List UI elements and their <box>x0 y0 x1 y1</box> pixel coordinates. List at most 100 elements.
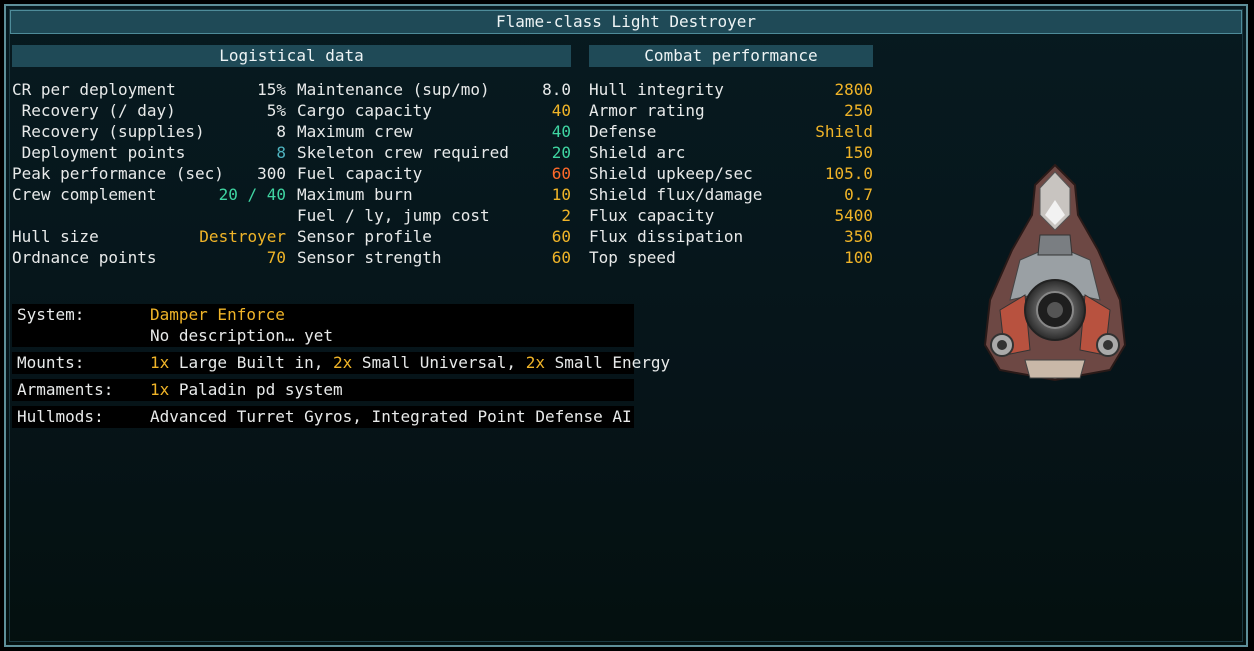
mounts-value: 1x Large Built in, 2x Small Universal, 2… <box>150 352 670 373</box>
logistical-right-row: Cargo capacity 40 <box>297 100 571 121</box>
logistical-left-row: Recovery (supplies) 8 <box>12 121 286 142</box>
logistical-right-label: Skeleton crew required <box>297 143 509 162</box>
mount-type-universal: Small Universal, <box>352 353 526 372</box>
logistical-left-label: Recovery (/ day) <box>12 101 176 120</box>
system-description: No description… yet <box>150 326 334 345</box>
combat-row: Shield flux/damage 0.7 <box>589 184 873 205</box>
logistical-right-row: Sensor profile 60 <box>297 226 571 247</box>
logistical-left-label: Recovery (supplies) <box>12 122 205 141</box>
mounts-row: Mounts: 1x Large Built in, 2x Small Univ… <box>12 352 670 374</box>
logistical-right-value: 60 <box>551 164 571 183</box>
combat-row: Top speed 100 <box>589 247 873 268</box>
logistical-left-value: 300 <box>257 164 286 183</box>
logistical-right-label: Fuel capacity <box>297 164 423 183</box>
ship-title: Flame-class Light Destroyer <box>10 10 1242 34</box>
combat-label: Flux capacity <box>589 206 715 225</box>
mounts-label: Mounts: <box>17 353 85 372</box>
logistical-right-row: Sensor strength 60 <box>297 247 571 268</box>
mount-count-large: 1x <box>150 353 170 372</box>
logistical-right-label: Cargo capacity <box>297 101 432 120</box>
combat-row: Armor rating 250 <box>589 100 873 121</box>
logistical-right-value: 40 <box>551 122 571 141</box>
combat-value: 2800 <box>834 80 873 99</box>
logistical-left-row: Ordnance points 70 <box>12 247 286 268</box>
logistical-left-row: Recovery (/ day) 5% <box>12 100 286 121</box>
combat-label: Shield flux/damage <box>589 185 763 204</box>
armament-count: 1x <box>150 380 170 399</box>
logistical-right-label: Maintenance (sup/mo) <box>297 80 490 99</box>
logistical-right-label: Fuel / ly, jump cost <box>297 206 490 225</box>
hullmods-row: Hullmods: Advanced Turret Gyros, Integra… <box>12 406 634 428</box>
logistical-left-value: 5% <box>266 101 286 120</box>
combat-row: Shield upkeep/sec 105.0 <box>589 163 873 184</box>
logistical-left-row: CR per deployment 15% <box>12 79 286 100</box>
combat-value: 105.0 <box>824 164 873 183</box>
mount-count-energy: 2x <box>525 353 545 372</box>
logistical-left-label: CR per deployment <box>12 80 176 99</box>
logistical-left-value: Destroyer <box>199 227 286 246</box>
combat-row: Defense Shield <box>589 121 873 142</box>
hullmods-value: Advanced Turret Gyros, Integrated Point … <box>150 407 632 426</box>
logistical-right-row: Fuel / ly, jump cost 2 <box>297 205 571 226</box>
mount-type-energy: Small Energy <box>544 353 671 372</box>
logistical-right-label: Sensor strength <box>297 248 442 267</box>
combat-label: Armor rating <box>589 101 705 120</box>
logistical-right-value: 20 <box>551 143 571 162</box>
logistical-left-label: Crew complement <box>12 185 157 204</box>
logistical-left-value: 8 <box>276 122 286 141</box>
logistical-right-label: Maximum crew <box>297 122 413 141</box>
combat-value: 250 <box>844 101 873 120</box>
combat-value: 100 <box>844 248 873 267</box>
combat-label: Shield arc <box>589 143 686 162</box>
logistical-right-label: Maximum burn <box>297 185 413 204</box>
combat-row: Shield arc 150 <box>589 142 873 163</box>
system-label: System: <box>17 305 85 324</box>
logistical-left-row: Deployment points 8 <box>12 142 286 163</box>
combat-value: 150 <box>844 143 873 162</box>
logistical-right-value: 8.0 <box>542 80 571 99</box>
system-row: System: Damper Enforce No description… y… <box>12 304 634 347</box>
logistical-left-row: Peak performance (sec) 300 <box>12 163 286 184</box>
logistical-left-label: Hull size <box>12 227 99 246</box>
combat-row: Hull integrity 2800 <box>589 79 873 100</box>
armaments-value: 1x Paladin pd system <box>150 379 343 400</box>
logistical-right-value: 10 <box>551 185 571 204</box>
combat-label: Defense <box>589 122 657 141</box>
combat-row: Flux capacity 5400 <box>589 205 873 226</box>
logistical-right-label: Sensor profile <box>297 227 432 246</box>
logistical-right-row: Maintenance (sup/mo) 8.0 <box>297 79 571 100</box>
logistical-right-value: 2 <box>561 206 571 225</box>
logistical-right-row: Maximum burn 10 <box>297 184 571 205</box>
logistical-left-label: Deployment points <box>12 143 186 162</box>
hullmods-label: Hullmods: <box>17 407 104 426</box>
logistical-right-row: Maximum crew 40 <box>297 121 571 142</box>
combat-label: Flux dissipation <box>589 227 744 246</box>
combat-value: 5400 <box>834 206 873 225</box>
armament-name: Paladin pd system <box>169 380 343 399</box>
logistical-right-row: Fuel capacity 60 <box>297 163 571 184</box>
logistical-left-row <box>12 205 286 226</box>
combat-label: Shield upkeep/sec <box>589 164 753 183</box>
combat-row: Flux dissipation 350 <box>589 226 873 247</box>
logistical-left-value: 70 <box>266 248 286 267</box>
logistical-left-value: 15% <box>257 80 286 99</box>
logistical-left-value: 8 <box>276 143 286 162</box>
armaments-label: Armaments: <box>17 380 114 399</box>
mount-type-large: Large Built in, <box>169 353 334 372</box>
logistical-left-label: Ordnance points <box>12 248 157 267</box>
logistical-right-row: Skeleton crew required 20 <box>297 142 571 163</box>
logistical-left-row: Hull size Destroyer <box>12 226 286 247</box>
combat-label: Top speed <box>589 248 676 267</box>
logistical-right-value: 60 <box>551 227 571 246</box>
armaments-row: Armaments: 1x Paladin pd system <box>12 379 634 401</box>
mount-count-universal: 2x <box>333 353 353 372</box>
logistical-right-value: 60 <box>551 248 571 267</box>
combat-value: 0.7 <box>844 185 873 204</box>
logistical-left-value: 20 / 40 <box>218 185 286 204</box>
combat-value: Shield <box>815 122 873 141</box>
combat-label: Hull integrity <box>589 80 724 99</box>
ship-sprite-icon <box>983 163 1127 382</box>
logistical-left-label: Peak performance (sec) <box>12 164 224 183</box>
combat-value: 350 <box>844 227 873 246</box>
logistical-data-header: Logistical data <box>12 45 571 67</box>
